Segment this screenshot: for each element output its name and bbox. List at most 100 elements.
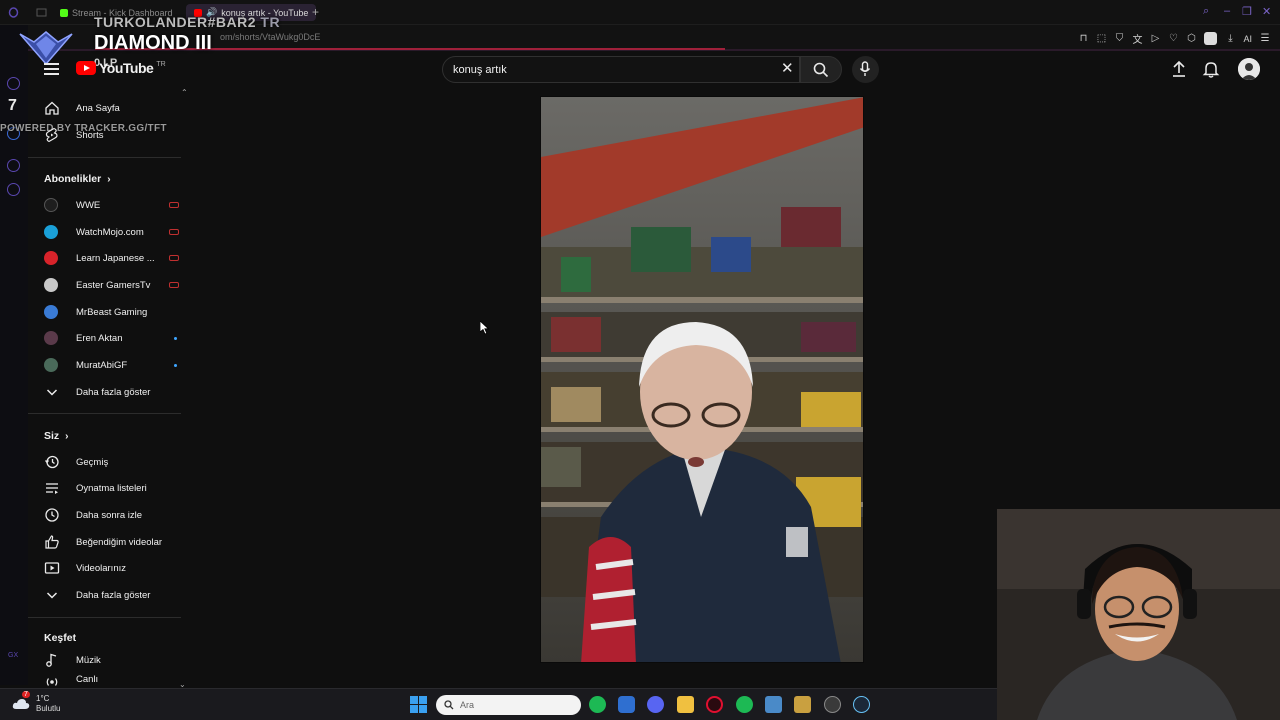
file-explorer-taskbar-icon[interactable] bbox=[677, 696, 694, 713]
subscriptions-title: Abonelikler bbox=[44, 173, 102, 185]
streamer-webcam bbox=[997, 509, 1280, 720]
channel-avatar bbox=[44, 278, 58, 292]
new-tab-button[interactable]: + bbox=[312, 5, 319, 19]
show-more-label: Daha fazla göster bbox=[76, 386, 151, 398]
extensions-icon[interactable]: ⬡ bbox=[1186, 33, 1196, 44]
sidebar-item-shorts[interactable]: Shorts bbox=[44, 123, 103, 147]
youtube-region-label: TR bbox=[156, 60, 166, 68]
steam-taskbar-icon[interactable] bbox=[853, 696, 870, 713]
youtube-logo[interactable]: YouTube TR bbox=[76, 60, 166, 76]
subscription-item-watchmojo[interactable]: WatchMojo.com bbox=[44, 220, 179, 244]
bookmark-icon[interactable]: ⊓ bbox=[1078, 33, 1088, 44]
upload-button[interactable] bbox=[1168, 58, 1190, 80]
mouse-cursor-icon bbox=[480, 321, 490, 335]
sidebar-item-your-videos[interactable]: Videolarınız bbox=[44, 556, 126, 580]
search-input[interactable] bbox=[453, 57, 753, 82]
new-content-dot-icon bbox=[174, 364, 177, 367]
channel-avatar bbox=[44, 305, 58, 319]
bell-icon bbox=[1202, 62, 1220, 78]
settings-app-taskbar-icon[interactable] bbox=[765, 696, 782, 713]
search-tabs-icon[interactable]: ⌕ bbox=[1203, 5, 1209, 18]
ai-button[interactable]: AI bbox=[1243, 34, 1252, 44]
guide-scroll-up-icon[interactable]: ⌃ bbox=[181, 88, 188, 97]
rank-tier: DIAMOND III bbox=[94, 32, 212, 54]
channel-avatar bbox=[44, 225, 58, 239]
windows-taskbar: 7 1°C Bulutlu Ara bbox=[0, 688, 997, 720]
channel-name: Learn Japanese ... bbox=[76, 252, 155, 264]
minimize-button[interactable]: – bbox=[1224, 5, 1230, 17]
play-icon[interactable]: ▷ bbox=[1150, 33, 1160, 44]
search-button[interactable] bbox=[800, 56, 842, 83]
windows-start-icon[interactable] bbox=[410, 696, 427, 713]
weather-widget[interactable]: 7 1°C Bulutlu bbox=[12, 691, 61, 714]
maximize-button[interactable]: ❐ bbox=[1242, 5, 1252, 18]
snapshot-icon[interactable]: ⬚ bbox=[1096, 33, 1106, 44]
sidebar-item-music[interactable]: Müzik bbox=[44, 648, 101, 672]
live-indicator-icon bbox=[169, 255, 179, 261]
subscription-item-learn-japanese[interactable]: Learn Japanese ... bbox=[44, 246, 179, 270]
close-window-button[interactable]: ✕ bbox=[1262, 5, 1271, 18]
upload-icon bbox=[1173, 60, 1185, 77]
sidebar-item-watch-later[interactable]: Daha sonra izle bbox=[44, 503, 142, 527]
sidebar-item-label: Canlı bbox=[76, 674, 99, 685]
chevron-right-icon: › bbox=[65, 430, 69, 442]
sidebar-item-label: Ana Sayfa bbox=[76, 102, 120, 114]
spotify-alt-taskbar-icon[interactable] bbox=[736, 696, 753, 713]
live-icon bbox=[46, 678, 58, 686]
translate-icon[interactable]: 文 bbox=[1132, 31, 1142, 46]
easy-setup-icon[interactable]: ☰ bbox=[1260, 33, 1270, 44]
sidebar-item-live[interactable]: Canlı bbox=[44, 674, 98, 688]
sidebar-history-icon[interactable] bbox=[7, 159, 20, 172]
summoner-name: TURKOLANDER#BAR2 TR bbox=[94, 14, 280, 30]
mail-taskbar-icon[interactable] bbox=[618, 696, 635, 713]
subscription-item-wwe[interactable]: WWE bbox=[44, 193, 179, 217]
opera-gx-taskbar-icon[interactable] bbox=[706, 696, 723, 713]
playlists-icon bbox=[46, 483, 58, 494]
channel-name: Easter GamersTv bbox=[76, 279, 151, 291]
watch-later-icon bbox=[45, 508, 59, 522]
taskbar-search-box[interactable]: Ara bbox=[436, 695, 581, 715]
app-taskbar-icon[interactable] bbox=[824, 696, 841, 713]
you-show-more[interactable]: Daha fazla göster bbox=[44, 583, 150, 607]
you-heading[interactable]: Siz › bbox=[44, 430, 69, 442]
subscriptions-heading[interactable]: Abonelikler › bbox=[44, 173, 111, 185]
league-client-taskbar-icon[interactable] bbox=[794, 696, 811, 713]
subscriptions-show-more[interactable]: Daha fazla göster bbox=[44, 380, 150, 404]
sidebar-item-label: Videolarınız bbox=[76, 562, 126, 574]
shorts-icon bbox=[45, 127, 58, 143]
voice-search-button[interactable] bbox=[852, 56, 879, 83]
shield-icon[interactable]: ⛉ bbox=[1114, 33, 1124, 44]
weather-condition: Bulutlu bbox=[36, 704, 61, 713]
subscription-item-mrbeast-gaming[interactable]: MrBeast Gaming bbox=[44, 300, 147, 324]
sidebar-settings-icon[interactable] bbox=[7, 183, 20, 196]
sidebar-item-home[interactable]: Ana Sayfa bbox=[44, 96, 120, 120]
sidebar-item-liked-videos[interactable]: Beğendiğim videolar bbox=[44, 530, 162, 554]
chevron-right-icon: › bbox=[107, 173, 111, 185]
subscription-item-eren-aktan[interactable]: Eren Aktan bbox=[44, 326, 177, 350]
subscription-item-muratabigf[interactable]: MuratAbiGF bbox=[44, 353, 177, 377]
discord-taskbar-icon[interactable] bbox=[647, 696, 664, 713]
search-icon bbox=[444, 700, 454, 710]
channel-name: Eren Aktan bbox=[76, 332, 123, 344]
liked-videos-icon bbox=[45, 535, 59, 549]
notifications-button[interactable] bbox=[1200, 58, 1222, 80]
profile-icon[interactable] bbox=[1204, 32, 1218, 45]
search-icon bbox=[813, 62, 829, 78]
sidebar-item-history[interactable]: Geçmiş bbox=[44, 450, 108, 474]
channel-name: WWE bbox=[76, 199, 101, 211]
sidebar-gx-icon[interactable]: GX bbox=[8, 652, 18, 659]
heart-icon[interactable]: ♡ bbox=[1168, 33, 1178, 44]
diamond-rank-emblem-icon bbox=[19, 31, 73, 66]
sidebar-item-playlists[interactable]: Oynatma listeleri bbox=[44, 476, 147, 500]
weather-temperature: 1°C bbox=[36, 694, 50, 703]
download-icon[interactable]: ⤓ bbox=[1225, 33, 1235, 44]
account-avatar[interactable] bbox=[1238, 58, 1260, 80]
channel-name: WatchMojo.com bbox=[76, 226, 144, 238]
spotify-taskbar-icon[interactable] bbox=[589, 696, 606, 713]
guide-menu-button[interactable] bbox=[44, 63, 59, 75]
subscription-item-easter-gamers[interactable]: Easter GamersTv bbox=[44, 273, 179, 297]
clear-search-icon[interactable]: ✕ bbox=[781, 61, 794, 77]
guide-divider bbox=[28, 157, 181, 158]
shorts-video-player[interactable] bbox=[540, 96, 864, 663]
home-icon bbox=[45, 101, 59, 115]
